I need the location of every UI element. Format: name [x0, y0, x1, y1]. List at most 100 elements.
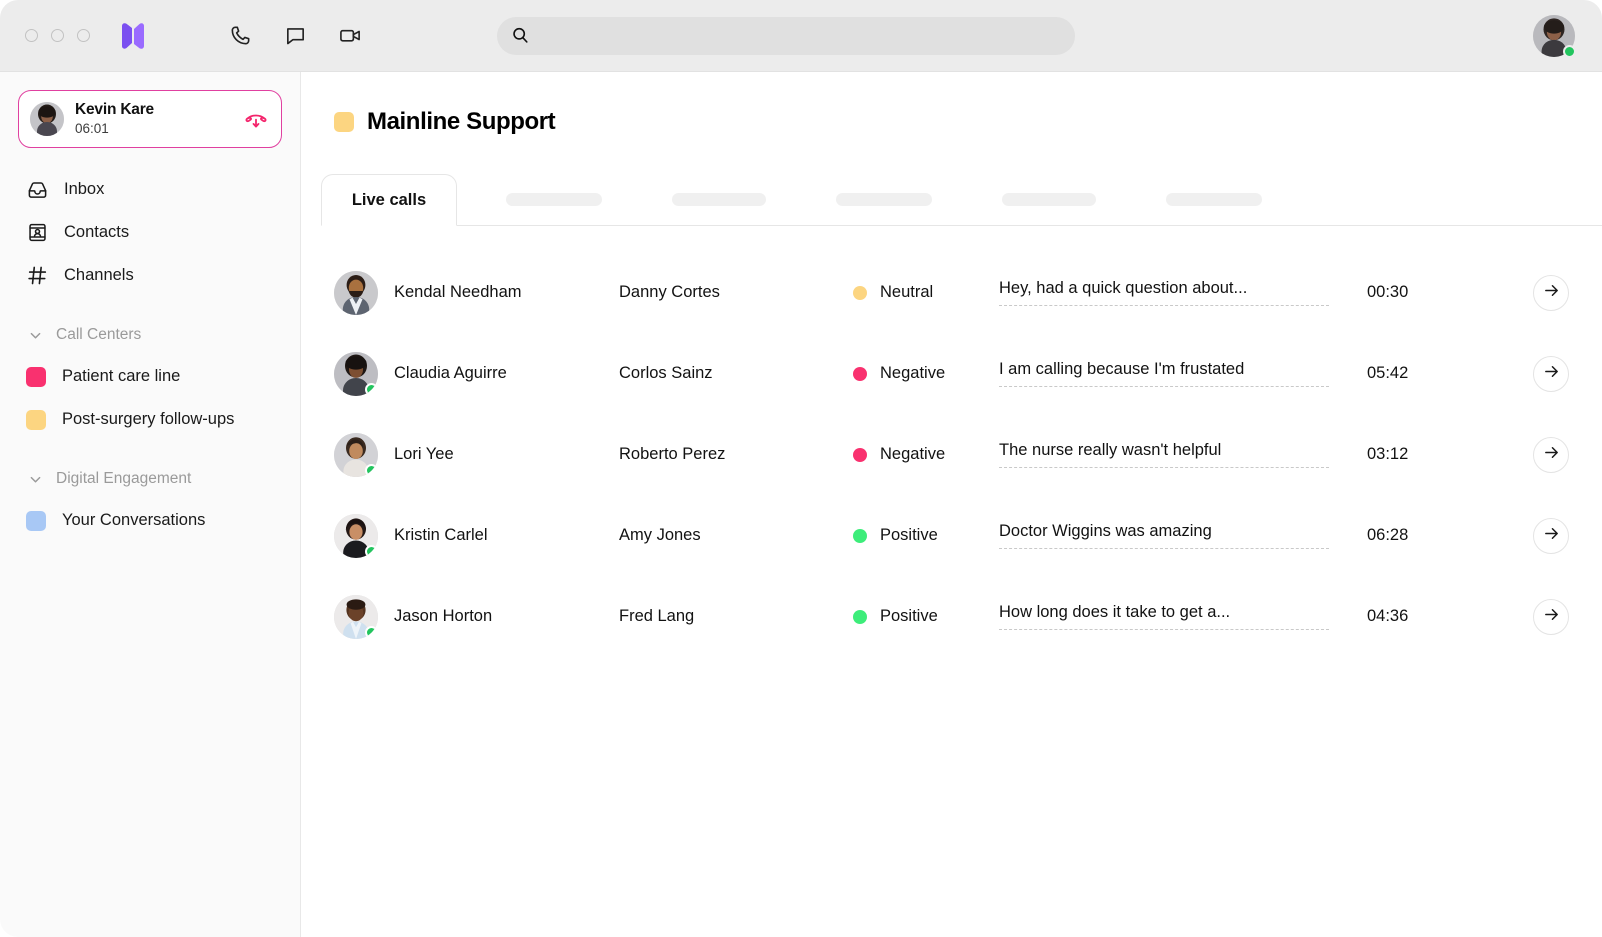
call-duration: 04:36: [1367, 607, 1453, 626]
phone-icon[interactable]: [225, 21, 255, 51]
tab-placeholder[interactable]: [836, 193, 932, 206]
open-call-button[interactable]: [1533, 518, 1569, 554]
sidebar-item-label: Contacts: [64, 223, 129, 242]
tab-label: Live calls: [352, 191, 426, 210]
sentiment-dot: [853, 448, 867, 462]
avatar: [334, 595, 378, 639]
open-call-button[interactable]: [1533, 437, 1569, 473]
table-row[interactable]: Lori Yee Roberto Perez Negative The nurs…: [301, 414, 1602, 495]
call-duration: 06:28: [1367, 526, 1453, 545]
agent-name: Amy Jones: [619, 526, 853, 545]
contacts-icon: [26, 222, 48, 244]
app-window: Kevin Kare 06:01: [0, 0, 1602, 937]
sidebar-section-title: Call Centers: [56, 326, 141, 344]
sentiment-label: Neutral: [880, 283, 933, 302]
video-icon[interactable]: [335, 21, 365, 51]
call-snippet: Doctor Wiggins was amazing: [999, 522, 1329, 549]
caller-cell: Jason Horton: [334, 595, 619, 639]
user-avatar[interactable]: [1533, 15, 1575, 57]
sidebar-item-your-conversations[interactable]: Your Conversations: [0, 499, 300, 542]
active-call-name: Kevin Kare: [75, 101, 230, 119]
topbar-actions: [225, 21, 365, 51]
active-call-duration: 06:01: [75, 120, 230, 138]
call-snippet: How long does it take to get a...: [999, 603, 1329, 630]
table-row[interactable]: Jason Horton Fred Lang Positive How long…: [301, 576, 1602, 657]
sidebar-section-title: Digital Engagement: [56, 470, 191, 488]
active-call-avatar: [30, 102, 64, 136]
row-action: [1533, 599, 1569, 635]
channel-color-swatch: [26, 511, 46, 531]
search-container: [497, 17, 1075, 55]
sentiment-cell: Positive: [853, 607, 999, 626]
row-action: [1533, 275, 1569, 311]
sentiment-cell: Neutral: [853, 283, 999, 302]
page-title: Mainline Support: [367, 108, 555, 136]
arrow-right-icon: [1543, 282, 1560, 304]
avatar: [334, 352, 378, 396]
caller-name: Kristin Carlel: [394, 526, 488, 545]
agent-name: Corlos Sainz: [619, 364, 853, 383]
message-icon[interactable]: [280, 21, 310, 51]
tab-placeholder[interactable]: [1002, 193, 1096, 206]
page-color-swatch: [334, 112, 354, 132]
sidebar-item-label: Post-surgery follow-ups: [62, 410, 234, 429]
caller-cell: Kendal Needham: [334, 271, 619, 315]
caller-cell: Kristin Carlel: [334, 514, 619, 558]
presence-indicator-online: [365, 545, 378, 558]
table-row[interactable]: Kristin Carlel Amy Jones Positive Doctor…: [301, 495, 1602, 576]
tab-live-calls[interactable]: Live calls: [321, 174, 457, 226]
presence-indicator-online: [365, 383, 378, 396]
call-snippet: The nurse really wasn't helpful: [999, 441, 1329, 468]
minimize-window-button[interactable]: [51, 29, 64, 42]
sidebar-item-post-surgery-follow-ups[interactable]: Post-surgery follow-ups: [0, 398, 300, 441]
close-window-button[interactable]: [25, 29, 38, 42]
sentiment-label: Negative: [880, 364, 945, 383]
open-call-button[interactable]: [1533, 275, 1569, 311]
hangup-button[interactable]: [241, 104, 271, 134]
sentiment-dot: [853, 610, 867, 624]
sidebar-item-label: Inbox: [64, 180, 104, 199]
row-action: [1533, 356, 1569, 392]
sidebar-item-label: Patient care line: [62, 367, 180, 386]
active-call-text: Kevin Kare 06:01: [75, 101, 230, 137]
tab-placeholder[interactable]: [1166, 193, 1262, 206]
maximize-window-button[interactable]: [77, 29, 90, 42]
sidebar-item-channels[interactable]: Channels: [0, 254, 300, 297]
arrow-right-icon: [1543, 606, 1560, 628]
sidebar-nav: Inbox Contacts: [0, 168, 300, 297]
search-input[interactable]: [539, 28, 1061, 44]
sentiment-label: Negative: [880, 445, 945, 464]
presence-indicator-online: [365, 464, 378, 477]
page-header: Mainline Support: [301, 72, 1602, 136]
open-call-button[interactable]: [1533, 356, 1569, 392]
table-row[interactable]: Kendal Needham Danny Cortes Neutral Hey,…: [301, 252, 1602, 333]
titlebar: [0, 0, 1602, 72]
active-call-card[interactable]: Kevin Kare 06:01: [18, 90, 282, 148]
window-controls[interactable]: [25, 29, 90, 42]
sidebar-section-call-centers[interactable]: Call Centers: [0, 315, 300, 355]
open-call-button[interactable]: [1533, 599, 1569, 635]
sentiment-cell: Negative: [853, 364, 999, 383]
sidebar-item-label: Your Conversations: [62, 511, 205, 530]
sidebar-item-patient-care-line[interactable]: Patient care line: [0, 355, 300, 398]
search-box[interactable]: [497, 17, 1075, 55]
agent-name: Fred Lang: [619, 607, 853, 626]
agent-name: Roberto Perez: [619, 445, 853, 464]
avatar: [334, 514, 378, 558]
avatar: [334, 271, 378, 315]
main-content: Mainline Support Live calls: [301, 72, 1602, 937]
sidebar-item-inbox[interactable]: Inbox: [0, 168, 300, 211]
chevron-down-icon: [26, 470, 44, 488]
tab-placeholder[interactable]: [506, 193, 602, 206]
caller-name: Jason Horton: [394, 607, 492, 626]
sentiment-cell: Negative: [853, 445, 999, 464]
sidebar-section-digital-engagement[interactable]: Digital Engagement: [0, 459, 300, 499]
channel-color-swatch: [26, 410, 46, 430]
tab-placeholder[interactable]: [672, 193, 766, 206]
call-duration: 03:12: [1367, 445, 1453, 464]
presence-indicator-online: [1563, 45, 1576, 58]
caller-name: Kendal Needham: [394, 283, 522, 302]
hash-icon: [26, 265, 48, 287]
sidebar-item-contacts[interactable]: Contacts: [0, 211, 300, 254]
table-row[interactable]: Claudia Aguirre Corlos Sainz Negative I …: [301, 333, 1602, 414]
